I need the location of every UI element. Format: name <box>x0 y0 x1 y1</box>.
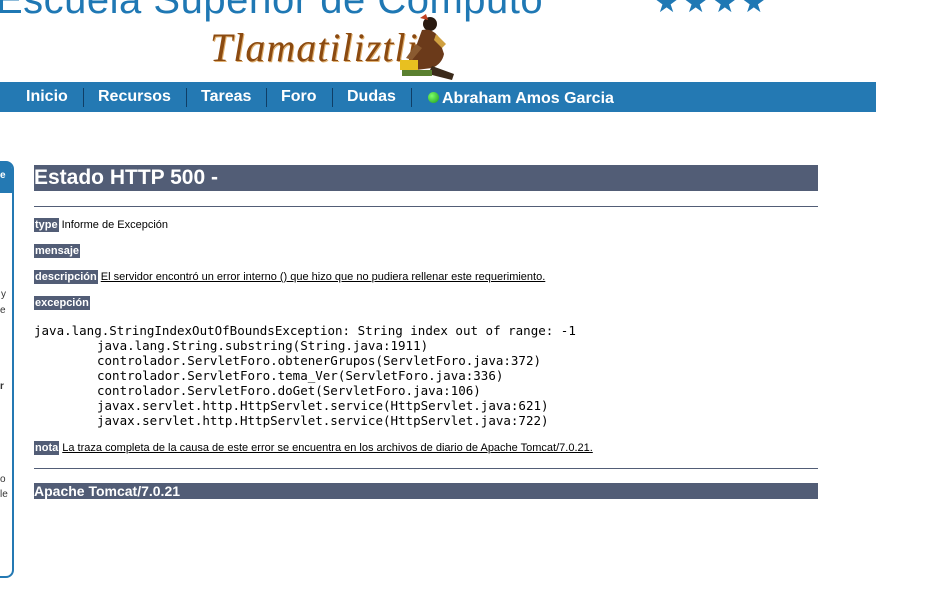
nav-separator <box>83 88 84 107</box>
note-label: nota <box>34 441 60 455</box>
nav-separator <box>186 88 187 107</box>
nav-separator <box>411 88 412 107</box>
exception-label: excepción <box>34 296 90 310</box>
nav-separator <box>332 88 333 107</box>
nav-dudas[interactable]: Dudas <box>347 82 396 112</box>
user-name: Abraham Amos Garcia <box>442 90 614 107</box>
logo-figure-icon <box>400 14 454 80</box>
side-panel-text: e <box>0 170 6 181</box>
nav-foro[interactable]: Foro <box>281 82 317 112</box>
error-title: Estado HTTP 500 - <box>34 165 818 191</box>
main-navbar: Inicio Recursos Tareas Foro Dudas Abraha… <box>0 82 876 112</box>
description-row: descripción El servidor encontró un error… <box>34 270 546 284</box>
side-panel-text: e <box>0 305 6 316</box>
side-panel-text: le <box>0 489 8 500</box>
note-row: nota La traza completa de la causa de est… <box>34 441 593 455</box>
description-label: descripción <box>34 270 98 284</box>
note-value: La traza completa de la causa de este er… <box>62 442 593 454</box>
nav-inicio[interactable]: Inicio <box>26 82 68 112</box>
divider <box>34 468 818 469</box>
trace-line: java.lang.StringIndexOutOfBoundsExceptio… <box>34 323 576 338</box>
trace-line: javax.servlet.http.HttpServlet.service(H… <box>97 413 549 428</box>
side-panel-text: r <box>0 381 4 392</box>
site-logo-text: Tlamatiliztli <box>210 25 419 70</box>
trace-line: controlador.ServletForo.obtenerGrupos(Se… <box>97 353 542 368</box>
message-row: mensaje <box>34 244 83 258</box>
online-status-icon <box>428 92 439 103</box>
type-row: type Informe de Excepción <box>34 218 169 232</box>
nav-separator <box>266 88 267 107</box>
type-value: Informe de Excepción <box>61 219 169 231</box>
side-panel-text: o <box>0 474 6 485</box>
description-value: El servidor encontró un error interno ()… <box>100 271 546 283</box>
rating-stars: ★★★★ <box>654 0 771 18</box>
trace-line: javax.servlet.http.HttpServlet.service(H… <box>97 398 549 413</box>
nav-tareas[interactable]: Tareas <box>201 82 251 112</box>
trace-line: controlador.ServletForo.doGet(ServletFor… <box>97 383 481 398</box>
message-label: mensaje <box>34 244 81 258</box>
side-panel <box>0 161 14 578</box>
exception-row: excepción <box>34 296 93 310</box>
trace-line: controlador.ServletForo.tema_Ver(Servlet… <box>97 368 504 383</box>
side-panel-text: y <box>1 289 6 300</box>
nav-recursos[interactable]: Recursos <box>98 82 171 112</box>
server-footer: Apache Tomcat/7.0.21 <box>34 483 818 499</box>
type-label: type <box>34 218 59 232</box>
trace-line: java.lang.String.substring(String.java:1… <box>97 338 429 353</box>
divider <box>34 206 818 207</box>
stack-trace: java.lang.StringIndexOutOfBoundsExceptio… <box>34 323 576 428</box>
